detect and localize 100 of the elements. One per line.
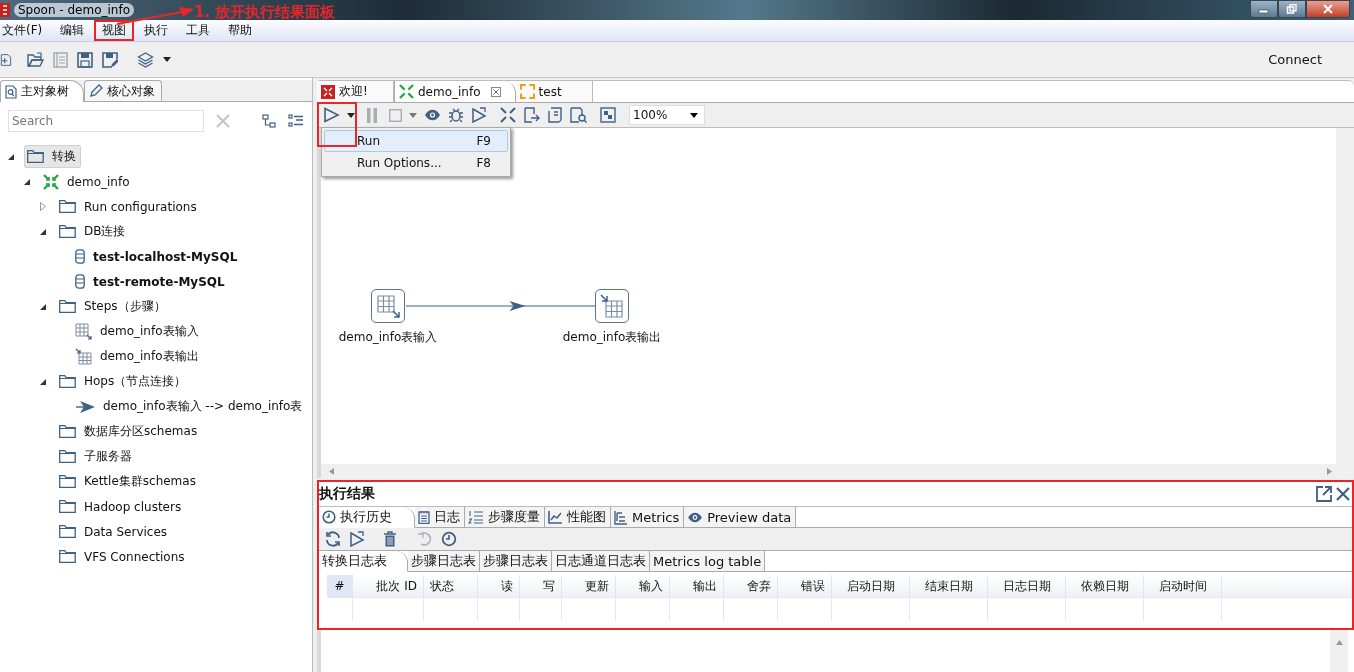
table-icon xyxy=(75,323,92,340)
expand-tree-icon[interactable] xyxy=(288,114,304,128)
expanded-arrow-icon[interactable] xyxy=(40,228,46,235)
caret-icon[interactable] xyxy=(347,112,355,118)
expanded-arrow-icon[interactable] xyxy=(8,153,14,160)
menu-item[interactable]: 帮助 xyxy=(220,20,261,41)
refresh-icon[interactable] xyxy=(325,531,341,547)
column-header[interactable]: 批次 ID xyxy=(353,575,424,597)
expanded-arrow-icon[interactable] xyxy=(24,178,30,185)
open-folder-icon[interactable] xyxy=(27,51,44,68)
step-node[interactable] xyxy=(371,289,405,323)
tree-item[interactable]: 转换 xyxy=(24,145,81,168)
collapse-tree-icon[interactable] xyxy=(262,114,276,128)
column-header[interactable]: 输入 xyxy=(616,575,670,597)
column-header[interactable]: 写 xyxy=(520,575,562,597)
bug-icon[interactable] xyxy=(448,107,464,123)
trash-icon[interactable] xyxy=(383,531,397,547)
editor-tab[interactable]: demo_info xyxy=(394,81,516,102)
tree-item[interactable]: demo_info表输出 xyxy=(72,345,204,368)
restore-button[interactable] xyxy=(1278,0,1306,18)
tree-item[interactable]: test-localhost-MySQL xyxy=(72,246,243,267)
layers-icon[interactable] xyxy=(137,51,154,68)
connect-button[interactable]: Connect xyxy=(1268,52,1322,67)
grid-toggle-icon[interactable] xyxy=(600,107,616,123)
tree-item[interactable]: VFS Connections xyxy=(56,546,190,567)
close-icon[interactable] xyxy=(1336,487,1350,501)
tree-item[interactable]: test-remote-MySQL xyxy=(72,271,230,292)
log-table-tab[interactable]: 步骤日志表 xyxy=(480,551,552,571)
tree-item[interactable]: Hops（节点连接） xyxy=(56,370,192,393)
results-tab[interactable]: 步骤度量 xyxy=(465,507,545,527)
menu-item[interactable]: 执行 xyxy=(136,20,177,41)
tree-item[interactable]: Data Services xyxy=(56,521,173,542)
step-node[interactable] xyxy=(595,289,629,323)
editor-tab[interactable]: test xyxy=(515,81,593,102)
editor-tab[interactable]: 欢迎! xyxy=(317,81,394,102)
database-search-icon[interactable] xyxy=(570,107,587,123)
results-tab[interactable]: Metrics xyxy=(611,507,685,527)
close-button[interactable] xyxy=(1306,0,1350,18)
menu-item[interactable]: 工具 xyxy=(178,20,219,41)
analyze-icon[interactable] xyxy=(523,107,540,123)
eye-icon[interactable] xyxy=(424,109,441,121)
save-as-icon[interactable] xyxy=(102,51,118,68)
log-table-tab[interactable]: 日志通道日志表 xyxy=(552,551,650,571)
save-icon[interactable] xyxy=(77,51,93,68)
menu-item[interactable]: Run Options... F8 xyxy=(324,152,508,174)
menu-item[interactable]: Run F9 xyxy=(324,130,508,152)
column-header[interactable]: 错误 xyxy=(778,575,832,597)
minimize-button[interactable] xyxy=(1250,0,1278,18)
results-tab[interactable]: 性能图 xyxy=(545,507,611,527)
column-header[interactable]: 输出 xyxy=(670,575,724,597)
results-tab[interactable]: 执行历史 xyxy=(319,507,415,528)
column-header[interactable]: 启动日期 xyxy=(832,575,910,597)
column-header[interactable]: 状态 xyxy=(424,575,478,597)
tree-item[interactable]: Run configurations xyxy=(56,196,202,217)
expanded-arrow-icon[interactable] xyxy=(40,378,46,385)
column-header[interactable]: 依赖日期 xyxy=(1066,575,1144,597)
tree-item[interactable]: Kettle集群schemas xyxy=(56,470,201,493)
collapsed-arrow-icon[interactable] xyxy=(40,202,46,211)
line-chart-icon xyxy=(548,510,563,524)
verify-icon[interactable] xyxy=(500,107,516,123)
column-header[interactable]: # xyxy=(327,575,353,597)
caret-icon[interactable] xyxy=(163,57,171,62)
log-table-tab[interactable]: Metrics log table xyxy=(650,551,766,571)
panel-tab[interactable]: 主对象树 xyxy=(0,80,84,102)
tree-item[interactable]: demo_info表输入 xyxy=(72,320,204,343)
maximize-icon[interactable] xyxy=(1316,486,1332,502)
results-tab[interactable]: 日志 xyxy=(415,507,465,527)
replay-icon[interactable] xyxy=(471,107,487,123)
tree-item[interactable]: 子服务器 xyxy=(56,445,137,468)
replay-icon[interactable] xyxy=(349,531,365,547)
tree-item[interactable]: Hadoop clusters xyxy=(56,496,187,517)
close-icon[interactable] xyxy=(490,86,501,97)
menu-item[interactable]: 文件(F) xyxy=(0,20,51,41)
search-field[interactable]: Search xyxy=(8,110,204,132)
column-header[interactable]: 结束日期 xyxy=(910,575,988,597)
zoom-dropdown[interactable]: 100% xyxy=(629,105,705,125)
tree-item[interactable]: 数据库分区schemas xyxy=(56,420,203,443)
results-tab[interactable]: Preview data xyxy=(684,507,797,527)
hop-connector[interactable] xyxy=(406,300,595,312)
column-header[interactable]: 舍弃 xyxy=(724,575,778,597)
expanded-arrow-icon[interactable] xyxy=(40,303,46,310)
tree-item[interactable]: Steps（步骤） xyxy=(56,295,171,318)
log-table-tab[interactable]: 步骤日志表 xyxy=(408,551,480,571)
column-header[interactable]: 启动时间 xyxy=(1144,575,1222,597)
menu-item[interactable]: 视图 xyxy=(94,20,135,41)
panel-tab[interactable]: 核心对象 xyxy=(84,80,162,101)
table-icon xyxy=(600,294,624,318)
tree-item[interactable]: demo_info表输入 --> demo_info表 xyxy=(72,395,308,418)
tree-item[interactable]: demo_info xyxy=(40,170,135,193)
log-table-tab[interactable]: 转换日志表 xyxy=(319,551,408,572)
history-icon[interactable] xyxy=(441,531,457,547)
column-header[interactable]: 读 xyxy=(478,575,520,597)
column-header[interactable]: 更新 xyxy=(562,575,616,597)
scrollbar[interactable] xyxy=(1330,630,1348,672)
run-icon[interactable] xyxy=(323,107,340,123)
tree-item[interactable]: DB连接 xyxy=(56,220,131,243)
step-label: demo_info表输入 xyxy=(338,329,438,346)
menu-item[interactable]: 编辑 xyxy=(52,20,93,41)
script-icon[interactable] xyxy=(547,107,563,123)
column-header[interactable]: 日志日期 xyxy=(988,575,1066,597)
